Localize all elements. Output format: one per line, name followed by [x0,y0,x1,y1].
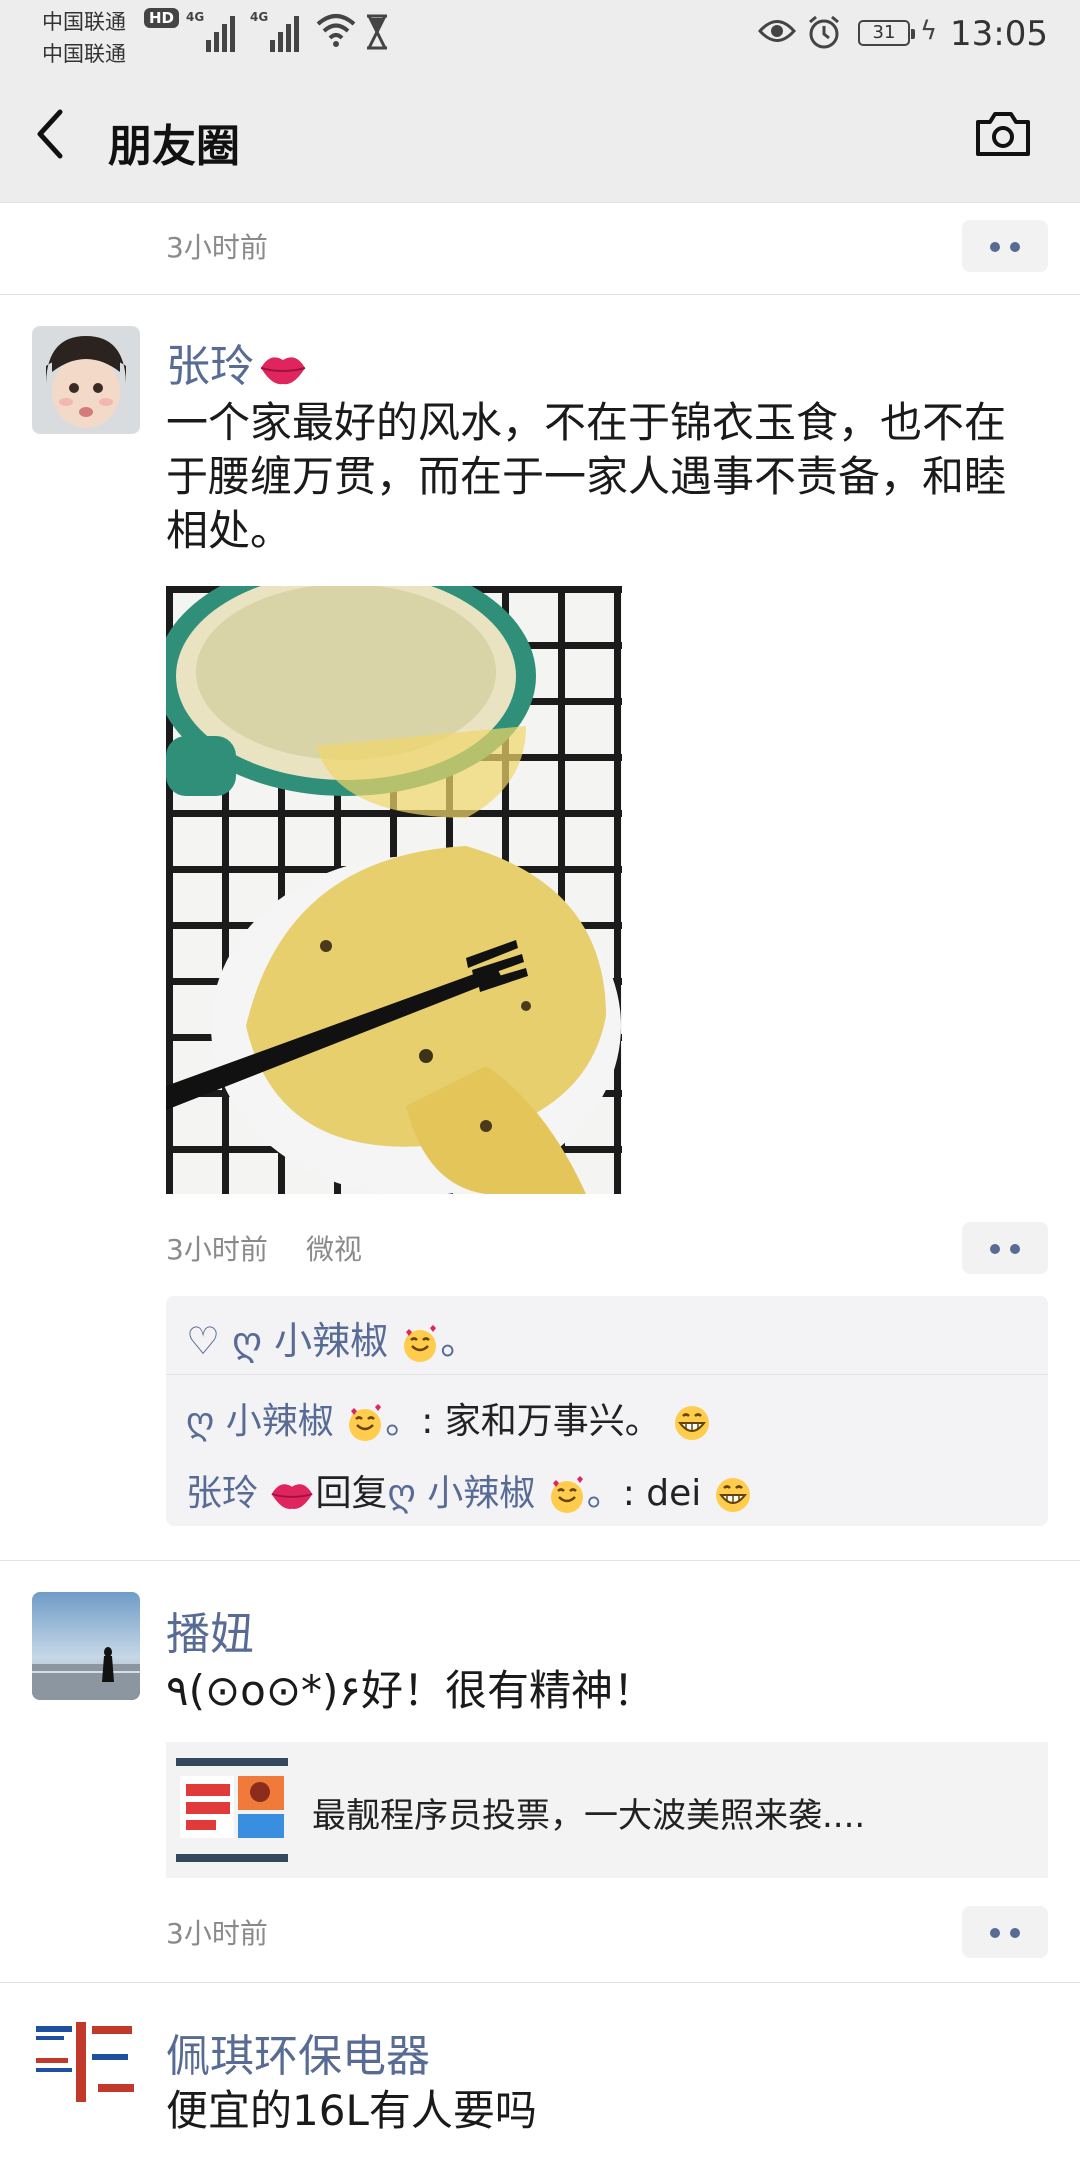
charging-icon: ϟ [920,16,938,46]
link-thumbnail-image [176,1754,288,1866]
post-text: ٩(⊙o⊙*)۶好！很有精神！ [166,1666,655,1715]
post-more-button[interactable] [962,220,1048,272]
post-author-name: 张玲 [166,341,254,392]
comment-text: : 家和万事兴。 [421,1401,661,1442]
signal-icon-2: 4G [250,10,302,52]
avatar-image [32,2014,140,2122]
back-arrow-icon[interactable] [34,108,68,160]
post-divider [0,294,1080,295]
post-photo[interactable] [166,586,622,1194]
post-more-button[interactable] [962,1222,1048,1274]
status-bar: 中国联通 中国联通 HD 4G 4G 31 ϟ 13:05 [0,0,1080,66]
nav-bar: 朋友圈 [0,66,1080,203]
link-thumbnail [176,1754,288,1866]
avatar-image [32,326,140,434]
carrier-label-2: 中国联通 [42,42,126,66]
likes-row: ♡ ღ 小辣椒 。 [186,1319,479,1363]
post-time: 3小时前 [166,231,268,264]
comment-text: : dei [622,1473,702,1514]
eye-icon [758,20,796,42]
avatar[interactable] [32,2014,140,2122]
avatar[interactable] [32,326,140,434]
comment[interactable]: 张玲 回复ღ 小辣椒 。: dei [186,1464,753,1516]
signal-icon-1: 4G [186,10,238,52]
heart-icon: ♡ [186,1319,221,1363]
battery-icon: 31 [858,20,915,46]
smiling-hearts-emoji-icon [550,1476,583,1513]
post-author[interactable]: 佩琪环保电器 [166,2020,430,2084]
lips-emoji-icon [260,357,306,385]
shared-link-card[interactable]: 最靓程序员投票，一大波美照来袭.... [166,1742,1048,1878]
post-author[interactable]: 播妞 [166,1598,254,1662]
page-title: 朋友圈 [108,121,240,172]
clock: 13:05 [950,14,1048,54]
post-time: 3小时前 [166,1233,268,1266]
likes-comments-panel: ♡ ღ 小辣椒 。 ღ 小辣椒 。: 家和万事兴。 张玲 回复ღ 小辣椒 。: … [166,1296,1048,1526]
post-more-button[interactable] [962,1906,1048,1958]
food-photo-image [166,586,622,1194]
reply-word: 回复 [315,1473,388,1514]
post-text: 一个家最好的风水，不在于锦衣玉食，也不在于腰缠万贯，而在于一家人遇事不责备，和睦… [166,398,1007,555]
like-user[interactable]: ღ 小辣椒 [232,1319,388,1363]
grinning-emoji-icon [675,1406,710,1440]
comment-author[interactable]: ღ 小辣椒 [186,1401,334,1442]
post-text: 便宜的16L有人要吗 [166,2086,537,2135]
comment[interactable]: ღ 小辣椒 。: 家和万事兴。 [186,1392,712,1444]
hd-badge: HD [144,8,180,28]
link-title: 最靓程序员投票，一大波美照来袭.... [312,1796,866,1836]
smiling-hearts-emoji-icon [404,1324,437,1362]
smiling-hearts-emoji-icon [349,1404,382,1441]
alarm-icon [809,15,839,49]
post-divider [0,1982,1080,1983]
hourglass-icon [367,14,387,50]
wifi-icon [316,14,356,47]
post-source[interactable]: 微视 [306,1228,362,1268]
carrier-label-1: 中国联通 [42,10,126,34]
avatar[interactable] [32,1592,140,1700]
grinning-emoji-icon [715,1478,750,1512]
post-divider [0,1560,1080,1561]
post-author[interactable]: 张玲 [166,330,308,394]
camera-icon[interactable] [974,110,1032,158]
comment-reply-to[interactable]: ღ 小辣椒 [387,1473,535,1514]
likes-divider [166,1374,1048,1375]
post-time: 3小时前 [166,1917,268,1950]
lips-emoji-icon [271,1484,313,1509]
avatar-image [32,1592,140,1700]
comment-author[interactable]: 张玲 [186,1473,258,1514]
